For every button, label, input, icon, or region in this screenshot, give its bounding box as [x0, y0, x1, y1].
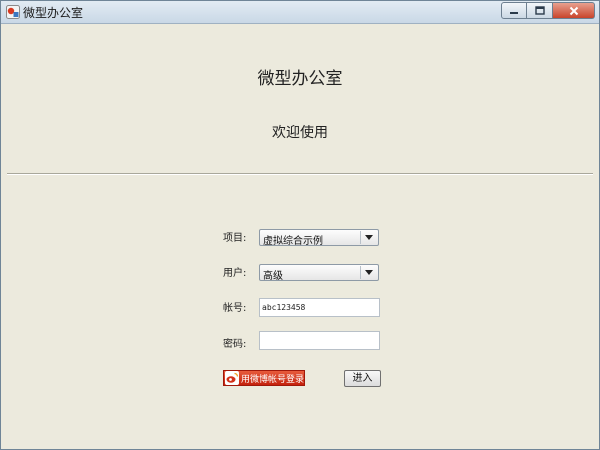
account-label: 帐号:	[223, 303, 247, 314]
weibo-login-label: 用微博帐号登录	[240, 374, 304, 385]
close-icon	[569, 6, 578, 15]
header-panel: 微型办公室 欢迎使用	[7, 24, 593, 172]
password-label: 密码:	[223, 339, 247, 350]
weibo-login-button[interactable]: 用微博帐号登录	[223, 370, 305, 386]
weibo-icon	[225, 371, 239, 385]
user-select[interactable]: 高级	[259, 264, 379, 282]
project-select[interactable]: 虚拟综合示例	[259, 229, 379, 247]
user-select-value: 高级	[263, 271, 283, 282]
account-field[interactable]	[259, 298, 380, 317]
chevron-down-icon	[360, 231, 377, 244]
divider	[7, 173, 593, 175]
app-window: 微型办公室 微型办公室 欢迎使用 项目: 虚拟综合示例 用户: 高级 帐号: a…	[0, 0, 600, 450]
close-button[interactable]	[553, 2, 595, 19]
minimize-button[interactable]	[501, 2, 527, 19]
app-title: 微型办公室	[257, 69, 343, 89]
maximize-icon	[534, 6, 545, 15]
title-bar[interactable]: 微型办公室	[1, 1, 599, 24]
chevron-down-icon	[360, 266, 377, 279]
user-label: 用户:	[223, 268, 247, 279]
password-input[interactable]	[262, 333, 374, 348]
minimize-icon	[510, 11, 518, 14]
maximize-button[interactable]	[527, 2, 553, 19]
enter-button[interactable]: 进入	[344, 370, 381, 387]
window-controls	[501, 2, 595, 20]
welcome-text: 欢迎使用	[272, 125, 328, 141]
window-title: 微型办公室	[23, 6, 84, 20]
account-input[interactable]	[262, 300, 374, 315]
password-field[interactable]	[259, 331, 380, 350]
project-select-value: 虚拟综合示例	[263, 236, 323, 247]
project-label: 项目:	[223, 233, 247, 244]
app-logo-icon	[6, 5, 20, 19]
